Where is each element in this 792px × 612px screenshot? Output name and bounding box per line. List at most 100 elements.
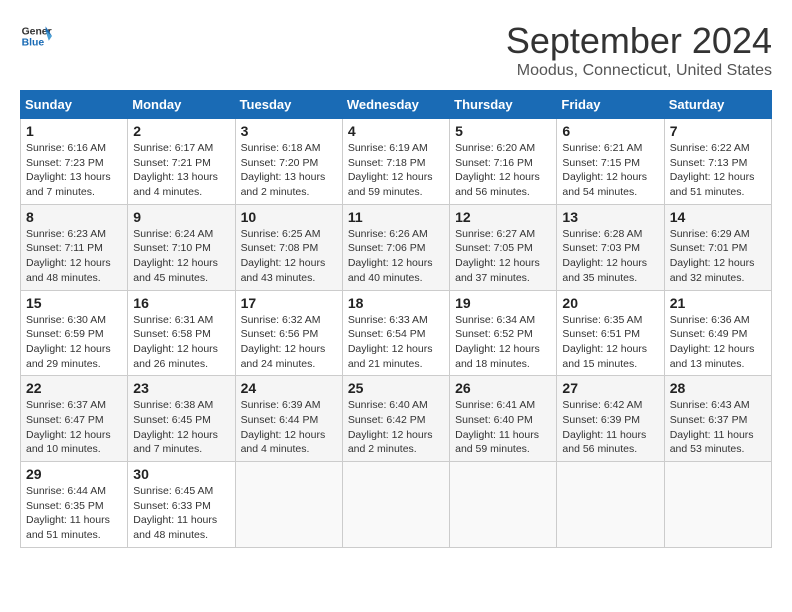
calendar-cell: 29 Sunrise: 6:44 AM Sunset: 6:35 PM Dayli… bbox=[21, 462, 128, 548]
day-info: Sunrise: 6:40 AM Sunset: 6:42 PM Dayligh… bbox=[348, 398, 444, 457]
day-info: Sunrise: 6:24 AM Sunset: 7:10 PM Dayligh… bbox=[133, 227, 229, 286]
header-sunday: Sunday bbox=[21, 91, 128, 119]
day-number: 28 bbox=[670, 380, 766, 396]
day-info: Sunrise: 6:21 AM Sunset: 7:15 PM Dayligh… bbox=[562, 141, 658, 200]
calendar-cell: 24Sunrise: 6:39 AM Sunset: 6:44 PM Dayli… bbox=[235, 376, 342, 462]
title-area: September 2024 Moodus, Connecticut, Unit… bbox=[506, 20, 772, 80]
day-number: 29 bbox=[26, 466, 122, 482]
calendar-cell bbox=[664, 462, 771, 548]
calendar-week-row: 29 Sunrise: 6:44 AM Sunset: 6:35 PM Dayli… bbox=[21, 462, 772, 548]
calendar-cell: 25 Sunrise: 6:40 AM Sunset: 6:42 PM Dayli… bbox=[342, 376, 449, 462]
day-info: Sunrise: 6:34 AM Sunset: 6:52 PM Dayligh… bbox=[455, 313, 551, 372]
calendar-cell: 21 Sunrise: 6:36 AM Sunset: 6:49 PM Dayli… bbox=[664, 290, 771, 376]
calendar-cell bbox=[557, 462, 664, 548]
day-info: Sunrise: 6:20 AM Sunset: 7:16 PM Dayligh… bbox=[455, 141, 551, 200]
calendar-cell: 17 Sunrise: 6:32 AM Sunset: 6:56 PM Dayli… bbox=[235, 290, 342, 376]
day-info: Sunrise: 6:17 AM Sunset: 7:21 PM Dayligh… bbox=[133, 141, 229, 200]
day-info: Sunrise: 6:23 AM Sunset: 7:11 PM Dayligh… bbox=[26, 227, 122, 286]
day-info: Sunrise: 6:39 AM Sunset: 6:44 PM Dayligh… bbox=[241, 398, 337, 457]
day-info: Sunrise: 6:37 AM Sunset: 6:47 PM Dayligh… bbox=[26, 398, 122, 457]
day-number: 3 bbox=[241, 123, 337, 139]
day-number: 27 bbox=[562, 380, 658, 396]
header-saturday: Saturday bbox=[664, 91, 771, 119]
calendar-cell: 20 Sunrise: 6:35 AM Sunset: 6:51 PM Dayli… bbox=[557, 290, 664, 376]
calendar-cell bbox=[342, 462, 449, 548]
logo: General Blue bbox=[20, 20, 52, 52]
calendar-cell: 19 Sunrise: 6:34 AM Sunset: 6:52 PM Dayli… bbox=[450, 290, 557, 376]
day-number: 30 bbox=[133, 466, 229, 482]
day-info: Sunrise: 6:32 AM Sunset: 6:56 PM Dayligh… bbox=[241, 313, 337, 372]
day-info: Sunrise: 6:27 AM Sunset: 7:05 PM Dayligh… bbox=[455, 227, 551, 286]
day-number: 8 bbox=[26, 209, 122, 225]
calendar-cell: 2 Sunrise: 6:17 AM Sunset: 7:21 PM Daylig… bbox=[128, 119, 235, 205]
day-info: Sunrise: 6:19 AM Sunset: 7:18 PM Dayligh… bbox=[348, 141, 444, 200]
calendar-cell: 22 Sunrise: 6:37 AM Sunset: 6:47 PM Dayli… bbox=[21, 376, 128, 462]
day-info: Sunrise: 6:28 AM Sunset: 7:03 PM Dayligh… bbox=[562, 227, 658, 286]
header-wednesday: Wednesday bbox=[342, 91, 449, 119]
calendar-cell: 6Sunrise: 6:21 AM Sunset: 7:15 PM Daylig… bbox=[557, 119, 664, 205]
calendar-cell: 15Sunrise: 6:30 AM Sunset: 6:59 PM Dayli… bbox=[21, 290, 128, 376]
day-number: 7 bbox=[670, 123, 766, 139]
calendar-week-row: 22 Sunrise: 6:37 AM Sunset: 6:47 PM Dayli… bbox=[21, 376, 772, 462]
day-info: Sunrise: 6:36 AM Sunset: 6:49 PM Dayligh… bbox=[670, 313, 766, 372]
calendar-cell: 4 Sunrise: 6:19 AM Sunset: 7:18 PM Daylig… bbox=[342, 119, 449, 205]
calendar-cell: 13 Sunrise: 6:28 AM Sunset: 7:03 PM Dayli… bbox=[557, 204, 664, 290]
day-info: Sunrise: 6:43 AM Sunset: 6:37 PM Dayligh… bbox=[670, 398, 766, 457]
logo-icon: General Blue bbox=[20, 20, 52, 52]
calendar-cell: 12Sunrise: 6:27 AM Sunset: 7:05 PM Dayli… bbox=[450, 204, 557, 290]
day-number: 10 bbox=[241, 209, 337, 225]
day-number: 22 bbox=[26, 380, 122, 396]
day-info: Sunrise: 6:45 AM Sunset: 6:33 PM Dayligh… bbox=[133, 484, 229, 543]
calendar-cell: 7 Sunrise: 6:22 AM Sunset: 7:13 PM Daylig… bbox=[664, 119, 771, 205]
day-number: 13 bbox=[562, 209, 658, 225]
page-header: General Blue September 2024 Moodus, Conn… bbox=[20, 20, 772, 80]
day-number: 1 bbox=[26, 123, 122, 139]
header-tuesday: Tuesday bbox=[235, 91, 342, 119]
day-number: 18 bbox=[348, 295, 444, 311]
calendar-cell: 1Sunrise: 6:16 AM Sunset: 7:23 PM Daylig… bbox=[21, 119, 128, 205]
day-info: Sunrise: 6:35 AM Sunset: 6:51 PM Dayligh… bbox=[562, 313, 658, 372]
calendar-cell: 28 Sunrise: 6:43 AM Sunset: 6:37 PM Dayli… bbox=[664, 376, 771, 462]
calendar-cell: 11Sunrise: 6:26 AM Sunset: 7:06 PM Dayli… bbox=[342, 204, 449, 290]
day-info: Sunrise: 6:44 AM Sunset: 6:35 PM Dayligh… bbox=[26, 484, 122, 543]
header-thursday: Thursday bbox=[450, 91, 557, 119]
header-monday: Monday bbox=[128, 91, 235, 119]
day-number: 21 bbox=[670, 295, 766, 311]
day-number: 15 bbox=[26, 295, 122, 311]
day-number: 26 bbox=[455, 380, 551, 396]
calendar-header-row: SundayMondayTuesdayWednesdayThursdayFrid… bbox=[21, 91, 772, 119]
calendar-cell: 14 Sunrise: 6:29 AM Sunset: 7:01 PM Dayli… bbox=[664, 204, 771, 290]
calendar-table: SundayMondayTuesdayWednesdayThursdayFrid… bbox=[20, 90, 772, 548]
day-number: 19 bbox=[455, 295, 551, 311]
svg-text:Blue: Blue bbox=[22, 38, 45, 49]
day-info: Sunrise: 6:29 AM Sunset: 7:01 PM Dayligh… bbox=[670, 227, 766, 286]
day-number: 16 bbox=[133, 295, 229, 311]
day-info: Sunrise: 6:22 AM Sunset: 7:13 PM Dayligh… bbox=[670, 141, 766, 200]
day-number: 20 bbox=[562, 295, 658, 311]
day-number: 2 bbox=[133, 123, 229, 139]
calendar-cell: 3 Sunrise: 6:18 AM Sunset: 7:20 PM Daylig… bbox=[235, 119, 342, 205]
calendar-cell: 8 Sunrise: 6:23 AM Sunset: 7:11 PM Daylig… bbox=[21, 204, 128, 290]
calendar-cell: 16 Sunrise: 6:31 AM Sunset: 6:58 PM Dayli… bbox=[128, 290, 235, 376]
calendar-cell: 5 Sunrise: 6:20 AM Sunset: 7:16 PM Daylig… bbox=[450, 119, 557, 205]
calendar-cell: 9 Sunrise: 6:24 AM Sunset: 7:10 PM Daylig… bbox=[128, 204, 235, 290]
day-number: 23 bbox=[133, 380, 229, 396]
day-number: 14 bbox=[670, 209, 766, 225]
day-info: Sunrise: 6:18 AM Sunset: 7:20 PM Dayligh… bbox=[241, 141, 337, 200]
day-number: 4 bbox=[348, 123, 444, 139]
day-number: 17 bbox=[241, 295, 337, 311]
calendar-week-row: 15Sunrise: 6:30 AM Sunset: 6:59 PM Dayli… bbox=[21, 290, 772, 376]
day-info: Sunrise: 6:31 AM Sunset: 6:58 PM Dayligh… bbox=[133, 313, 229, 372]
calendar-cell: 18 Sunrise: 6:33 AM Sunset: 6:54 PM Dayli… bbox=[342, 290, 449, 376]
day-number: 9 bbox=[133, 209, 229, 225]
calendar-subtitle: Moodus, Connecticut, United States bbox=[506, 62, 772, 80]
day-info: Sunrise: 6:26 AM Sunset: 7:06 PM Dayligh… bbox=[348, 227, 444, 286]
calendar-cell: 26Sunrise: 6:41 AM Sunset: 6:40 PM Dayli… bbox=[450, 376, 557, 462]
day-info: Sunrise: 6:33 AM Sunset: 6:54 PM Dayligh… bbox=[348, 313, 444, 372]
calendar-cell bbox=[235, 462, 342, 548]
day-number: 5 bbox=[455, 123, 551, 139]
day-number: 25 bbox=[348, 380, 444, 396]
calendar-cell bbox=[450, 462, 557, 548]
calendar-title: September 2024 bbox=[506, 20, 772, 62]
day-info: Sunrise: 6:25 AM Sunset: 7:08 PM Dayligh… bbox=[241, 227, 337, 286]
